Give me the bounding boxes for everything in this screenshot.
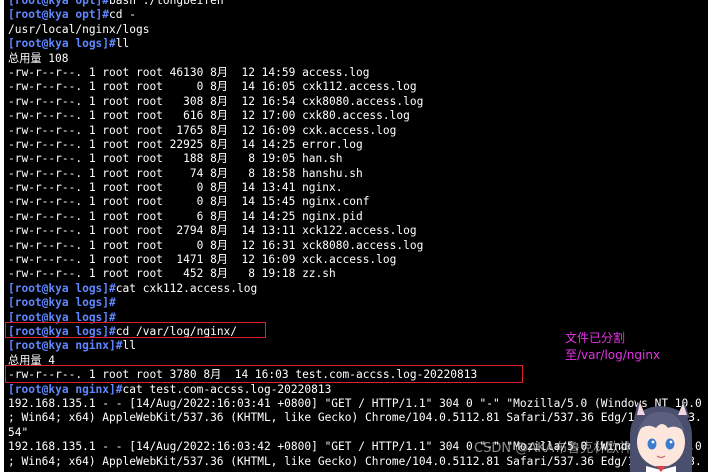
terminal-line: -rw-r--r--. 1 root root 6 8月 14 14:25 ng… [8,210,708,224]
terminal-line: -rw-r--r--. 1 root root 46130 8月 12 14:5… [8,66,708,80]
terminal-output: [root@kya opt]#bash ./tongbeifen [root@ky… [8,0,708,469]
output-text: -rw-r--r--. 1 root root 2794 8月 14 13:11… [8,224,417,238]
shell-prompt: [root@kya opt]# [8,8,110,22]
shell-command: bash ./tongbeifen [109,0,224,7]
terminal-line: ; Win64; x64) AppleWebKit/537.36 (KHTML,… [8,455,708,469]
terminal-line: /usr/local/nginx/logs [8,23,708,37]
shell-command: cd /var/log/nginx/ [115,324,238,338]
terminal-line: -rw-r--r--. 1 root root 1471 8月 12 16:09… [8,253,708,267]
terminal-line: 总用量 108 [8,52,708,66]
output-text: -rw-r--r--. 1 root root 452 8月 8 19:18 z… [8,267,336,281]
output-text: /usr/local/nginx/logs [8,22,150,36]
terminal-line: ; Win64; x64) AppleWebKit/537.36 (KHTML,… [8,411,708,425]
shell-command: cd - [109,8,136,22]
terminal-line: -rw-r--r--. 1 root root 0 8月 14 13:41 ng… [8,181,708,195]
terminal-line: -rw-r--r--. 1 root root 0 8月 14 16:05 cx… [8,80,708,94]
terminal-window[interactable]: [root@kya opt]#bash ./tongbeifen [root@ky… [4,0,708,472]
output-text: ; Win64; x64) AppleWebKit/537.36 (KHTML,… [8,411,702,425]
shell-prompt: [root@kya nginx]# [8,339,123,353]
shell-prompt: [root@kya logs]# [8,37,116,51]
output-text: 总用量 4 [8,353,56,367]
terminal-line: [root@kya opt]#bash ./tongbeifen [8,0,708,8]
terminal-line: -rw-r--r--. 1 root root 616 8月 12 17:00 … [8,109,708,123]
output-text: -rw-r--r--. 1 root root 6 8月 14 14:25 ng… [8,209,363,223]
terminal-line: -rw-r--r--. 1 root root 452 8月 8 19:18 z… [8,267,708,281]
terminal-line: -rw-r--r--. 1 root root 0 8月 12 16:31 xc… [8,239,708,253]
output-text: -rw-r--r--. 1 root root 1765 8月 12 16:09… [8,123,397,137]
terminal-line: [root@kya nginx]#cat test.com-accss.log-… [8,383,708,397]
terminal-line: -rw-r--r--. 1 root root 188 8月 8 19:05 h… [8,152,708,166]
output-text: 192.168.135.1 - - [14/Aug/2022:16:03:41 … [8,396,702,410]
shell-prompt: [root@kya logs]# [8,310,116,324]
annotation-note: 文件已分割至/var/log/nginx [565,331,661,362]
anime-girl-avatar-icon [630,402,692,472]
output-text: 54" [8,425,29,439]
output-text: 总用量 108 [8,51,69,65]
terminal-line: 192.168.135.1 - - [14/Aug/2022:16:03:41 … [8,397,708,411]
terminal-line: -rw-r--r--. 1 root root 2794 8月 14 13:11… [8,224,708,238]
shell-prompt: [root@kya logs]# [8,281,116,295]
shell-prompt: [root@kya logs]# [8,324,116,338]
output-text: -rw-r--r--. 1 root root 46130 8月 12 14:5… [8,65,370,79]
shell-command: cat cxk112.access.log [115,281,258,295]
shell-prompt: [root@kya logs]# [8,296,116,310]
output-text: -rw-r--r--. 1 root root 308 8月 12 16:54 … [8,94,424,108]
output-text: -rw-r--r--. 1 root root 188 8月 8 19:05 h… [8,152,343,166]
output-text: -rw-r--r--. 1 root root 0 8月 12 16:31 xc… [8,238,424,252]
output-text: -rw-r--r--. 1 root root 1471 8月 12 16:09… [8,253,397,267]
output-text: ; Win64; x64) AppleWebKit/537.36 (KHTML,… [8,454,702,468]
terminal-line: -rw-r--r--. 1 root root 308 8月 12 16:54 … [8,95,708,109]
terminal-line: -rw-r--r--. 1 root root 1765 8月 12 16:09… [8,124,708,138]
terminal-line: [root@kya opt]#cd - [8,8,708,22]
shell-prompt: [root@kya opt]# [8,0,110,7]
output-text: -rw-r--r--. 1 root root 22925 8月 14 14:2… [8,137,363,151]
output-text: -rw-r--r--. 1 root root 0 8月 14 13:41 ng… [8,181,343,195]
terminal-line: [root@kya logs]# [8,311,708,325]
terminal-line: [root@kya logs]#ll [8,37,708,51]
terminal-line: [root@kya logs]#cat cxk112.access.log [8,282,708,296]
shell-command: cat test.com-accss.log-20220813 [122,382,332,396]
terminal-line: -rw-r--r--. 1 root root 3780 8月 14 16:03… [8,368,708,382]
terminal-line: -rw-r--r--. 1 root root 74 8月 8 18:58 ha… [8,167,708,181]
terminal-line: [root@kya logs]# [8,296,708,310]
output-text: -rw-r--r--. 1 root root 74 8月 8 18:58 ha… [8,166,363,180]
output-text: -rw-r--r--. 1 root root 616 8月 12 17:00 … [8,109,410,123]
output-text: -rw-r--r--. 1 root root 0 8月 14 16:05 cx… [8,80,417,94]
output-text: -rw-r--r--. 1 root root 3780 8月 14 16:03… [8,368,478,382]
output-text: -rw-r--r--. 1 root root 0 8月 14 15:45 ng… [8,195,370,209]
shell-prompt: [root@kya nginx]# [8,382,123,396]
terminal-line: -rw-r--r--. 1 root root 22925 8月 14 14:2… [8,138,708,152]
shell-command: ll [122,339,136,353]
terminal-line: -rw-r--r--. 1 root root 0 8月 14 15:45 ng… [8,195,708,209]
shell-command: ll [115,37,130,51]
